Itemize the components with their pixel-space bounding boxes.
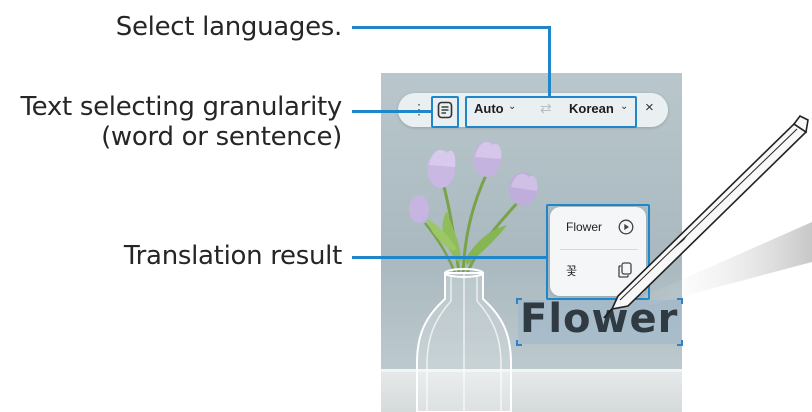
stylus-pen [603, 114, 812, 319]
